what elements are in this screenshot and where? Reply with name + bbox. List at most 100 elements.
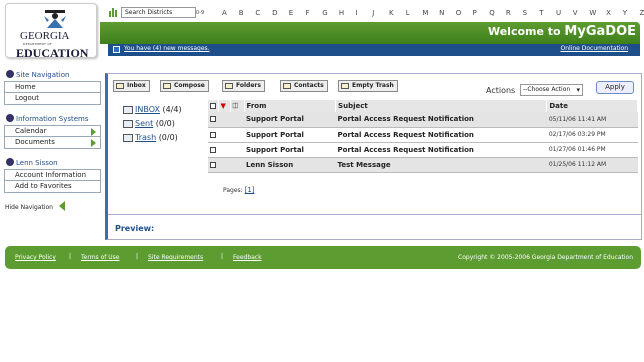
folder-inbox-link[interactable]: INBOX <box>135 105 160 114</box>
row-from[interactable]: Support Portal <box>244 127 336 143</box>
row-from[interactable]: Lenn Sisson <box>244 157 336 173</box>
sidebar: Site Navigation Home Logout Information … <box>4 68 101 211</box>
folder-list: INBOX (4/4) Sent (0/0) Trash (0/0) <box>123 104 182 146</box>
folders-button[interactable]: Folders <box>222 80 265 92</box>
alpha-link-c[interactable]: C <box>255 9 260 17</box>
sidebar-item-account-information[interactable]: Account Information <box>4 169 101 181</box>
copyright-text: Copyright © 2005-2006 Georgia Department… <box>458 254 633 261</box>
alpha-link-y[interactable]: Y <box>623 9 627 17</box>
alpha-link-e[interactable]: E <box>289 9 293 17</box>
folder-trash-link[interactable]: Trash <box>135 133 156 142</box>
alpha-link-s[interactable]: S <box>523 9 527 17</box>
trash-icon <box>341 83 349 89</box>
alpha-link-x[interactable]: X <box>606 9 611 17</box>
alpha-link-w[interactable]: W <box>589 9 596 17</box>
compose-button[interactable]: Compose <box>160 80 209 92</box>
contacts-button[interactable]: Contacts <box>280 80 328 92</box>
sidebar-item-documents[interactable]: Documents <box>4 137 101 149</box>
row-subject[interactable]: Portal Access Request Notification <box>335 112 547 128</box>
user-heading: Lenn Sisson <box>4 156 101 169</box>
user-icon <box>6 158 14 166</box>
empty-trash-button[interactable]: Empty Trash <box>338 80 398 92</box>
alpha-link-t[interactable]: T <box>539 9 543 17</box>
alpha-link-m[interactable]: M <box>422 9 428 17</box>
inbox-icon <box>116 83 124 89</box>
column-header-date[interactable]: Date <box>546 100 638 112</box>
new-messages-link[interactable]: You have (4) new messages. <box>124 45 210 52</box>
feedback-link[interactable]: Feedback <box>233 254 262 261</box>
folder-sent-link[interactable]: Sent <box>135 119 153 128</box>
alpha-link-i[interactable]: I <box>356 9 358 17</box>
hide-navigation-link[interactable]: Hide Navigation <box>4 201 101 211</box>
sidebar-item-logout[interactable]: Logout <box>4 93 101 105</box>
mail-panel: Inbox Compose Folders Contacts Empty Tra… <box>105 73 642 240</box>
row-subject[interactable]: Test Message <box>335 157 547 173</box>
apply-button[interactable]: Apply <box>596 81 634 94</box>
inbox-button[interactable]: Inbox <box>113 80 150 92</box>
sidebar-item-calendar[interactable]: Calendar <box>4 125 101 137</box>
chart-icon <box>109 8 117 17</box>
row-checkbox[interactable] <box>210 131 216 138</box>
row-checkbox[interactable] <box>210 161 216 168</box>
table-row[interactable]: Lenn Sisson Test Message 01/25/06 11:12 … <box>208 157 638 173</box>
row-checkbox[interactable] <box>210 146 216 153</box>
row-from[interactable]: Support Portal <box>244 112 336 128</box>
alpha-link-g[interactable]: G <box>322 9 327 17</box>
message-bar: You have (4) new messages. Online Docume… <box>108 44 640 56</box>
alpha-link-k[interactable]: K <box>389 9 394 17</box>
folder-sent[interactable]: Sent (0/0) <box>123 118 182 132</box>
logo-georgia: GEORGIA <box>20 30 70 42</box>
terms-of-use-link[interactable]: Terms of Use <box>81 254 119 261</box>
table-row[interactable]: Support Portal Portal Access Request Not… <box>208 142 638 158</box>
contacts-icon <box>283 83 291 89</box>
alpha-link-h[interactable]: H <box>339 9 344 17</box>
alpha-link-v[interactable]: V <box>573 9 578 17</box>
logo-education: EDUCATION <box>16 46 89 60</box>
select-all-checkbox[interactable] <box>210 103 216 109</box>
graduate-figure-icon <box>44 10 66 28</box>
gadoe-logo[interactable]: GEORGIA DEPARTMENT OF EDUCATION <box>5 3 97 60</box>
online-documentation-link[interactable]: Online Documentation <box>560 45 628 52</box>
alpha-link-r[interactable]: R <box>506 9 511 17</box>
alpha-link-l[interactable]: L <box>406 9 410 17</box>
table-row[interactable]: Support Portal Portal Access Request Not… <box>208 112 638 128</box>
folder-icon <box>225 83 233 89</box>
preview-pane: Preview: <box>108 214 641 240</box>
alpha-link-f[interactable]: F <box>306 9 310 17</box>
column-header-from[interactable]: From <box>244 100 337 112</box>
table-row[interactable]: Support Portal Portal Access Request Not… <box>208 127 638 143</box>
row-from[interactable]: Support Portal <box>244 142 336 158</box>
welcome-title: Welcome to MyGaDOE <box>487 24 636 39</box>
alpha-link-o[interactable]: O <box>456 9 462 17</box>
trash-folder-icon <box>123 134 133 142</box>
pagination: Pages: [1] <box>223 186 255 194</box>
actions-select[interactable]: --Choose Action <box>520 84 583 96</box>
folder-inbox[interactable]: INBOX (4/4) <box>123 104 182 118</box>
alpha-link-p[interactable]: P <box>473 9 477 17</box>
alpha-link-j[interactable]: J <box>372 9 374 17</box>
alpha-link-n[interactable]: N <box>439 9 444 17</box>
column-header-subject[interactable]: Subject <box>335 100 548 112</box>
alpha-link-0-9[interactable]: 0-9 <box>196 10 204 16</box>
row-checkbox[interactable] <box>210 116 216 123</box>
sidebar-item-add-to-favorites[interactable]: Add to Favorites <box>4 181 101 193</box>
message-table: ▼ ⎅ From Subject Date Support Portal Por… <box>208 100 638 173</box>
alpha-link-q[interactable]: Q <box>489 9 495 17</box>
page-1-link[interactable]: [1] <box>245 186 255 194</box>
row-subject[interactable]: Portal Access Request Notification <box>335 142 547 158</box>
privacy-policy-link[interactable]: Privacy Policy <box>15 254 56 261</box>
alpha-link-a[interactable]: A <box>222 9 227 17</box>
row-subject[interactable]: Portal Access Request Notification <box>335 127 547 143</box>
row-date: 01/25/06 11:12 AM <box>546 157 638 173</box>
footer-separator: | <box>221 253 224 260</box>
flag-icon: ▼ <box>218 100 231 112</box>
search-districts-input[interactable]: Search Districts <box>121 7 196 18</box>
alpha-link-d[interactable]: D <box>272 9 277 17</box>
alpha-link-u[interactable]: U <box>556 9 561 17</box>
alpha-link-z[interactable]: Z <box>640 9 644 17</box>
table-header-row: ▼ ⎅ From Subject Date <box>208 100 638 112</box>
site-requirements-link[interactable]: Site Requirements <box>148 254 203 261</box>
alpha-link-b[interactable]: B <box>239 9 244 17</box>
sidebar-item-home[interactable]: Home <box>4 81 101 93</box>
folder-trash[interactable]: Trash (0/0) <box>123 132 182 146</box>
